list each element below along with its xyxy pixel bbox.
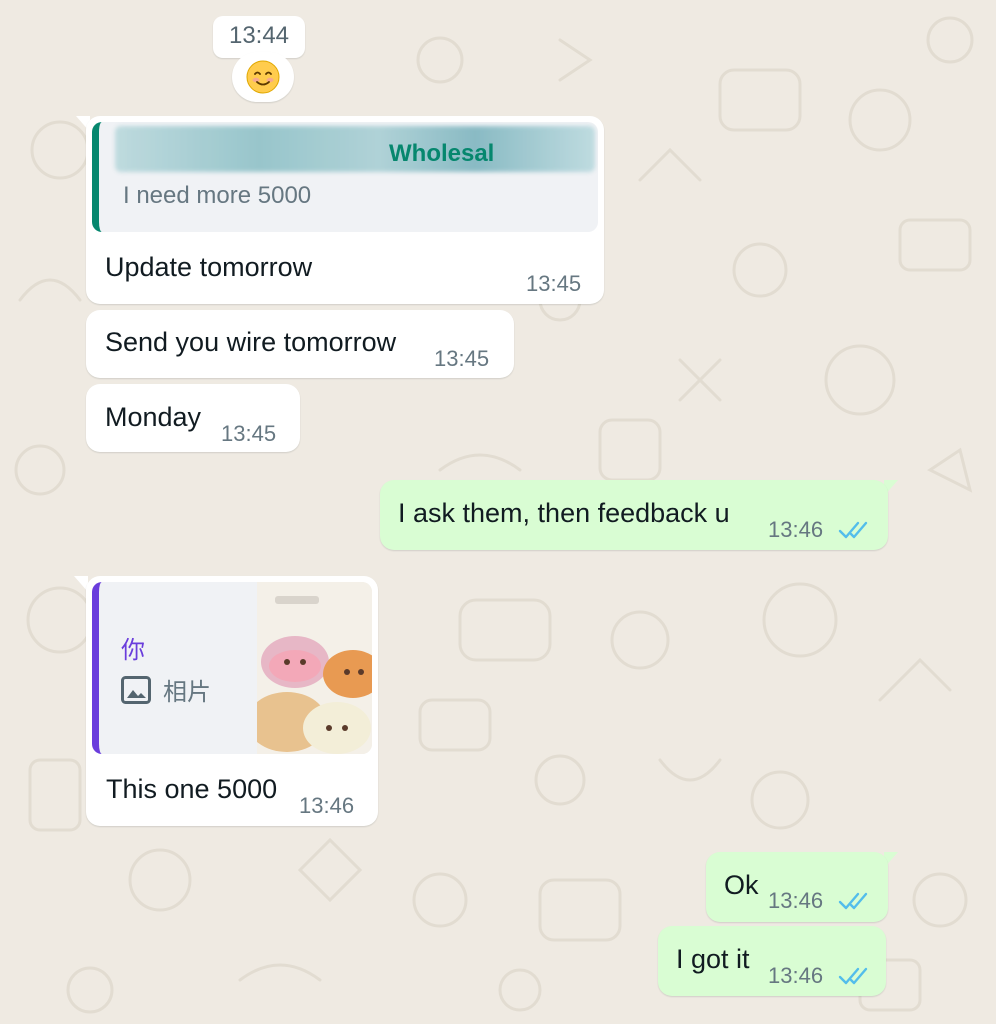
message-text: Send you wire tomorrow xyxy=(105,327,397,357)
quoted-sender-name: 你 xyxy=(121,637,145,664)
message-text: Ok xyxy=(724,870,759,900)
message-text: Monday xyxy=(105,402,202,432)
quoted-sender-name: Wholesal xyxy=(389,140,495,167)
message-time: 13:46 xyxy=(768,888,824,913)
photo-thumbnail-image xyxy=(257,582,372,754)
read-receipt-icon xyxy=(838,521,868,539)
smiling-face-icon xyxy=(246,60,280,94)
emoji-message[interactable] xyxy=(232,52,294,102)
message-time: 13:46 xyxy=(299,793,355,818)
message-time: 13:45 xyxy=(526,271,582,296)
chat-panel: 13:44 Wholesal I need more 5000 Update t… xyxy=(0,0,996,1024)
quoted-message[interactable]: Wholesal I need more 5000 xyxy=(92,122,598,232)
message-text: I got it xyxy=(676,944,750,974)
message-time: 13:46 xyxy=(768,963,824,988)
image-icon xyxy=(121,675,151,704)
quoted-media-label: 相片 xyxy=(163,679,211,706)
message-time: 13:45 xyxy=(434,346,490,371)
message-time: 13:46 xyxy=(768,517,824,542)
message-text: Update tomorrow xyxy=(105,252,313,282)
message-text: This one 5000 xyxy=(106,774,278,804)
quoted-text: I need more 5000 xyxy=(123,182,312,209)
read-receipt-icon xyxy=(838,892,868,910)
redacted-sender-blur xyxy=(115,126,595,172)
quoted-media-row: 相片 xyxy=(121,672,211,707)
quoted-photo-message[interactable]: 你 相片 xyxy=(92,582,372,754)
read-receipt-icon xyxy=(838,967,868,985)
message-time: 13:45 xyxy=(221,421,277,446)
photo-thumbnail[interactable] xyxy=(257,582,372,754)
message-text: I ask them, then feedback u xyxy=(398,498,730,528)
